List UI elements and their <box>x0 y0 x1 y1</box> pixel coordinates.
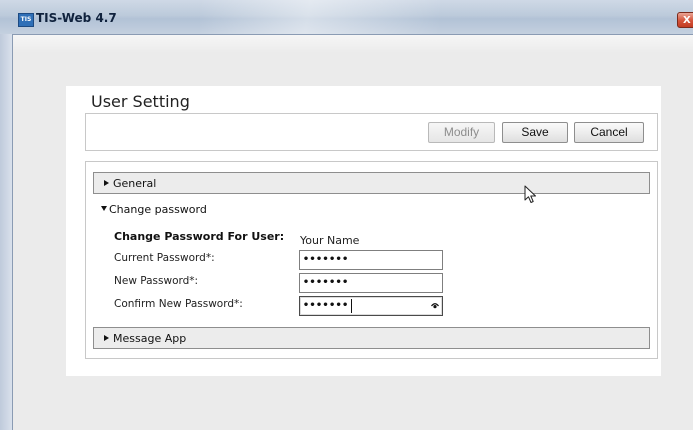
modify-button[interactable]: Modify <box>428 122 495 143</box>
section-change-password-label[interactable]: Change password <box>109 203 207 216</box>
page-title: User Setting <box>91 92 190 111</box>
text-caret <box>351 299 352 313</box>
reveal-password-icon[interactable] <box>431 302 439 309</box>
section-message-app-label[interactable]: Message App <box>113 332 186 345</box>
triangle-right-icon <box>104 335 109 341</box>
client-top-shade <box>13 35 693 53</box>
close-button[interactable]: X <box>677 12 693 28</box>
triangle-right-icon <box>104 180 109 186</box>
new-password-field[interactable]: ••••••• <box>299 273 443 293</box>
action-toolbar <box>85 113 658 151</box>
triangle-down-icon <box>101 206 107 211</box>
window-title: TIS-Web 4.7 <box>36 11 117 25</box>
current-password-field[interactable]: ••••••• <box>299 250 443 270</box>
confirm-password-field[interactable]: ••••••• <box>299 296 443 316</box>
app-logo-icon: TIS <box>18 13 34 27</box>
new-password-label: New Password*: <box>114 275 199 287</box>
title-bar-gloss <box>200 0 440 34</box>
window-left-border <box>0 34 13 430</box>
change-password-heading: Change Password For User: <box>114 230 285 243</box>
user-name-value: Your Name <box>300 234 360 247</box>
section-general-label[interactable]: General <box>113 177 156 190</box>
current-password-label: Current Password*: <box>114 252 215 264</box>
save-button[interactable]: Save <box>502 122 568 143</box>
confirm-password-label: Confirm New Password*: <box>114 298 243 310</box>
section-general[interactable] <box>93 172 650 194</box>
cancel-button[interactable]: Cancel <box>574 122 644 143</box>
mouse-cursor-icon <box>524 185 536 203</box>
